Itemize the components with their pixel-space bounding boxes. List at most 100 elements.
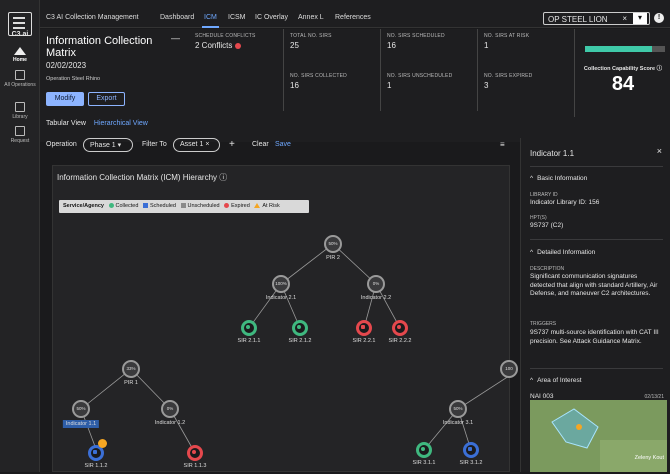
export-button[interactable]: Export [88,92,125,106]
library-id-value: Indicator Library ID: 156 [530,199,600,206]
stat-label: NO. SIRS SCHEDULED [387,33,445,39]
node-percent: 50% [453,406,463,411]
operation-select[interactable]: OP STEEL LION × ▾ [543,12,650,25]
tree-node-ind11[interactable]: 50% [72,400,90,418]
hierarchy-tree [80,243,510,454]
node-percent: 50% [76,406,86,411]
close-icon[interactable]: × [205,141,209,148]
sir-status-icon [468,447,472,451]
nav-label: Library [12,114,28,120]
section-basic-information[interactable]: Basic Information [530,175,587,182]
tree-node-label: SIR 3.1.1 [412,460,436,466]
map-place-label: Zeleny Kout [634,455,664,461]
at-risk-icon [98,439,107,448]
stat-sirs-scheduled: NO. SIRS SCHEDULED 16 [380,29,472,71]
map-overlay [530,400,667,472]
tree-node-sir221[interactable] [356,320,372,336]
tab-tabular-view[interactable]: Tabular View [46,120,86,127]
tree-node-sir211[interactable] [241,320,257,336]
tab-dashboard[interactable]: Dashboard [160,14,194,21]
stat-label: SCHEDULE CONFLICTS [195,33,256,39]
tree-node-ind21[interactable]: 100% [272,275,290,293]
node-percent: 0% [372,281,380,286]
stat-value: 1 [387,81,392,90]
tree-node-pir2[interactable]: 50% [324,235,342,253]
hpt-label: HPT(S) [530,215,547,221]
nav-label: Request [10,138,30,144]
tab-annex-l[interactable]: Annex L [298,14,324,21]
area-map[interactable]: Zeleny Kout [530,400,667,472]
chevron-down-icon: ▾ [117,142,122,149]
tab-icsm[interactable]: ICSM [228,14,246,21]
stat-label: NO. SIRS UNSCHEDULED [387,73,453,79]
tree-node-sir113[interactable] [187,445,203,461]
logo-text: C3.ai [11,31,29,38]
detail-panel: Indicator 1.1 × Basic Information LIBRAR… [520,138,670,472]
tree-node-sir212[interactable] [292,320,308,336]
node-percent: 50% [328,241,338,246]
nav-item-library[interactable]: Library [0,102,40,120]
tree-node-label: Indicator 1.2 [154,420,186,426]
stat-sirs-expired: NO. SIRS EXPIRED 3 [477,69,569,111]
chevron-down-icon[interactable]: ▾ [633,13,647,24]
nav-item-all-operations[interactable]: All Operations [0,70,40,88]
nav-item-request[interactable]: Request [0,126,40,144]
settings-sliders-icon[interactable]: ≡ [500,140,505,149]
home-icon [14,47,26,55]
page-title: Information Collection Matrix [46,35,153,59]
tree-node-pir3[interactable]: 100 [500,360,518,378]
description-label: DESCRIPTION [530,266,565,272]
stat-sirs-unscheduled: NO. SIRS UNSCHEDULED 1 [380,69,472,111]
document-icon [15,70,25,80]
sir-status-icon [361,325,365,329]
list-icon [15,126,25,136]
info-icon[interactable]: ! [654,13,664,23]
tab-hierarchical-view[interactable]: Hierarchical View [94,120,148,127]
save-button[interactable]: Save [275,141,291,148]
hpt-value: 9S737 (C2) [530,222,564,229]
tree-node-ind22[interactable]: 0% [367,275,385,293]
library-id-label: LIBRARY ID [530,192,558,198]
info-icon[interactable]: ⓘ [657,66,663,72]
clear-button[interactable]: Clear [252,141,269,148]
tab-icm[interactable]: ICM [202,14,219,28]
node-percent: 0% [166,406,174,411]
clear-icon[interactable]: × [622,14,627,23]
node-percent: 100 [505,366,513,371]
filter-bar: Operation Phase 1 ▾ Filter To Asset 1 × … [40,138,520,156]
stat-schedule-conflicts: SCHEDULE CONFLICTS 2 Conflicts [189,29,281,71]
stat-value: 16 [290,81,299,90]
section-detailed-information[interactable]: Detailed Information [530,249,595,256]
tree-node-ind31[interactable]: 50% [449,400,467,418]
collapse-icon[interactable]: — [171,33,180,43]
close-icon[interactable]: × [657,146,662,156]
capability-progress-bar [585,46,665,52]
tree-node-ind12[interactable]: 0% [161,400,179,418]
tree-node-label: Indicator 3.1 [442,420,474,426]
page-header: Information Collection Matrix — 02/02/20… [40,29,670,142]
tree-node-sir222[interactable] [392,320,408,336]
tab-references[interactable]: References [335,14,371,21]
tab-ic-overlay[interactable]: IC Overlay [255,14,288,21]
app-title: C3 AI Collection Management [46,14,139,21]
modify-button[interactable]: Modify [46,92,84,106]
tree-node-sir311[interactable] [416,442,432,458]
section-area-of-interest[interactable]: Area of Interest [530,377,581,384]
operation-filter-select[interactable]: Phase 1 ▾ [83,138,133,152]
sir-status-icon [93,450,97,454]
filter-to-label: Filter To [142,141,167,148]
stat-value: 25 [290,41,299,50]
triggers-label: TRIGGERS [530,321,557,327]
tree-node-pir1[interactable]: 33% [122,360,140,378]
capability-value: 84 [611,73,635,95]
operation-filter-label: Operation [46,141,77,148]
stat-label: NO. SIRS AT RISK [484,33,530,39]
stat-value: 2 Conflicts [195,41,233,50]
nav-item-home[interactable]: Home [0,47,40,63]
tree-node-sir312[interactable] [463,442,479,458]
capability-score: Collection Capability Score ⓘ 84 [574,29,670,117]
asset-filter-chip[interactable]: Asset 1 × [173,138,220,152]
tree-node-label: Indicator 1.1 [62,420,100,428]
add-filter-icon[interactable]: + [229,139,235,150]
triggers-value: 9S737 multi-source identification with C… [530,329,659,345]
